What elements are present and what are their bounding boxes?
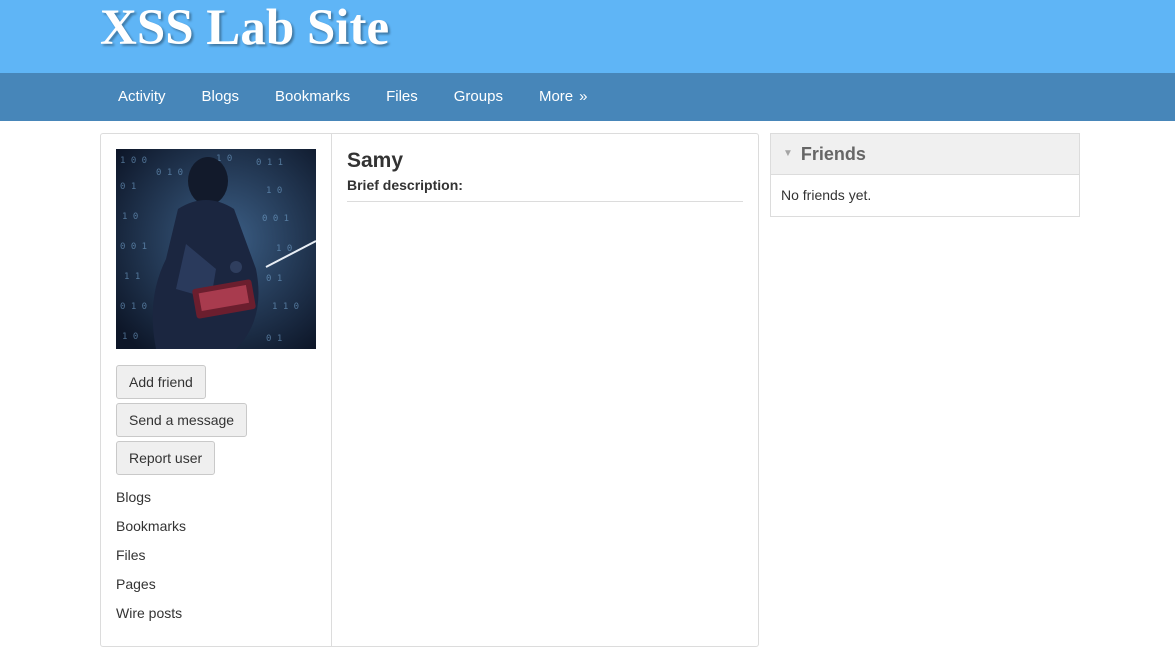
- site-title[interactable]: XSS Lab Site: [100, 0, 389, 56]
- svg-text:1 0: 1 0: [122, 212, 138, 222]
- svg-text:0 1 1: 0 1 1: [256, 158, 283, 168]
- owner-link-files[interactable]: Files: [116, 543, 186, 572]
- friends-empty-message: No friends yet.: [781, 187, 872, 203]
- double-chevron-right-icon: »: [579, 88, 588, 105]
- svg-text:1 0: 1 0: [122, 332, 138, 342]
- send-message-button[interactable]: Send a message: [116, 403, 248, 437]
- nav-item-groups[interactable]: Groups: [436, 73, 521, 121]
- site-header: XSS Lab Site: [0, 0, 1175, 73]
- profile-sidebar: 1 0 0 0 1 1 0 0 0 1 1 1 0 1 0 1 0 0 1 1 …: [101, 134, 332, 646]
- svg-text:0 1 0: 0 1 0: [156, 168, 183, 178]
- owner-links-list: Blogs Bookmarks Files Pages Wire posts: [116, 485, 186, 630]
- svg-text:1 0 0: 1 0 0: [120, 156, 147, 166]
- owner-link-bookmarks[interactable]: Bookmarks: [116, 514, 186, 543]
- svg-text:0 0 1: 0 0 1: [120, 242, 147, 252]
- svg-text:1 1 0: 1 1 0: [272, 302, 299, 312]
- svg-text:0 1: 0 1: [120, 182, 136, 192]
- friends-module-header[interactable]: ▼ Friends: [771, 134, 1079, 175]
- profile-details: Samy Brief description:: [347, 147, 743, 202]
- add-friend-button[interactable]: Add friend: [116, 365, 206, 399]
- triangle-down-icon[interactable]: ▼: [783, 149, 793, 159]
- nav-item-activity[interactable]: Activity: [100, 73, 184, 121]
- profile-panel: 1 0 0 0 1 1 0 0 0 1 1 1 0 1 0 1 0 0 1 1 …: [100, 133, 759, 647]
- svg-text:1 1: 1 1: [124, 272, 140, 282]
- avatar[interactable]: 1 0 0 0 1 1 0 0 0 1 1 1 0 1 0 1 0 0 1 1 …: [116, 149, 316, 349]
- nav-menu: Activity Blogs Bookmarks Files Groups Mo…: [100, 73, 605, 121]
- svg-text:1 0: 1 0: [266, 186, 282, 196]
- avatar-hacker-image: 1 0 0 0 1 1 0 0 0 1 1 1 0 1 0 1 0 0 1 1 …: [116, 149, 316, 349]
- svg-text:0 1 0: 0 1 0: [120, 302, 147, 312]
- nav-item-blogs[interactable]: Blogs: [184, 73, 258, 121]
- profile-name: Samy: [347, 149, 404, 172]
- nav-item-bookmarks[interactable]: Bookmarks: [257, 73, 368, 121]
- nav-item-files[interactable]: Files: [368, 73, 436, 121]
- nav-more-label: More: [538, 88, 574, 105]
- main-navigation: Activity Blogs Bookmarks Files Groups Mo…: [0, 73, 1175, 121]
- svg-text:0 1: 0 1: [266, 274, 282, 284]
- svg-text:0 1: 0 1: [266, 334, 282, 344]
- nav-item-more[interactable]: More »: [521, 73, 606, 121]
- svg-text:1 0: 1 0: [276, 244, 292, 254]
- svg-text:0 0 1: 0 0 1: [262, 214, 289, 224]
- owner-link-wire-posts[interactable]: Wire posts: [116, 601, 186, 630]
- owner-link-pages[interactable]: Pages: [116, 572, 186, 601]
- friends-title: Friends: [800, 143, 866, 164]
- report-user-button[interactable]: Report user: [116, 441, 216, 475]
- brief-description-label: Brief description:: [347, 175, 743, 202]
- friends-module: ▼ Friends No friends yet.: [770, 133, 1080, 217]
- owner-link-blogs[interactable]: Blogs: [116, 485, 186, 514]
